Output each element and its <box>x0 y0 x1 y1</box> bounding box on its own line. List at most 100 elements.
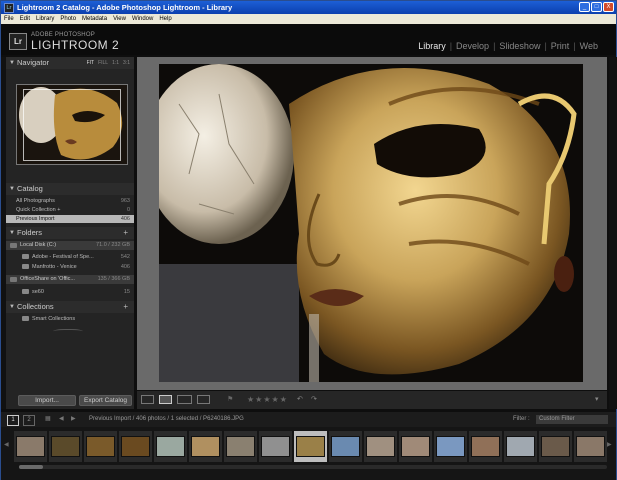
filmstrip-thumbnail[interactable] <box>539 431 572 462</box>
folder-count: 406 <box>120 264 130 270</box>
flag-icon[interactable]: ⚑ <box>227 395 235 404</box>
nav-mode-fit[interactable]: FIT <box>87 57 95 69</box>
menu-file[interactable]: File <box>4 16 14 22</box>
menu-library[interactable]: Library <box>36 16 54 22</box>
menu-view[interactable]: View <box>113 16 126 22</box>
add-collection-icon[interactable]: + <box>123 301 128 313</box>
catalog-item-quick-collection[interactable]: Quick Collection + 0 <box>6 206 134 214</box>
collapse-triangle-icon[interactable]: ▼ <box>9 183 15 195</box>
filmstrip-scroll-track[interactable] <box>19 465 607 469</box>
import-button[interactable]: Import... <box>18 395 76 406</box>
menu-metadata[interactable]: Metadata <box>82 16 107 22</box>
module-library[interactable]: Library <box>418 41 446 51</box>
right-panel-edge[interactable] <box>609 57 617 409</box>
filmstrip-thumbnails <box>14 431 607 462</box>
folder-item-venice[interactable]: Manfrotto - Venice 406 <box>6 263 134 271</box>
menu-photo[interactable]: Photo <box>60 16 76 22</box>
filmstrip-thumbnail[interactable] <box>294 431 327 462</box>
module-slideshow[interactable]: Slideshow <box>499 41 540 51</box>
folders-header[interactable]: ▼ Folders + <box>6 227 134 239</box>
nav-mode-1-1[interactable]: 1:1 <box>112 57 119 69</box>
maximize-button[interactable]: □ <box>591 2 602 12</box>
catalog-item-label: Quick Collection + <box>16 207 61 213</box>
filmstrip-thumbnail[interactable] <box>329 431 362 462</box>
smart-collection-icon <box>22 316 29 322</box>
filmstrip-left-arrow-icon[interactable]: ◀ <box>4 441 9 450</box>
folder-item-festival[interactable]: Adobe - Festival of Spe... 542 <box>6 253 134 261</box>
page-2-button[interactable]: 2 <box>23 415 35 426</box>
collection-item-smart[interactable]: Smart Collections <box>6 315 134 323</box>
catalog-item-count: 0 <box>126 207 130 213</box>
filmstrip-thumbnail[interactable] <box>224 431 257 462</box>
volume-label: OfficeShare on 'Offic... <box>20 276 75 282</box>
filmstrip-thumbnail[interactable] <box>189 431 222 462</box>
filmstrip-thumbnail[interactable] <box>154 431 187 462</box>
filmstrip-thumbnail[interactable] <box>434 431 467 462</box>
volume-local-disk[interactable]: Local Disk (C:) 71.0 / 232 GB <box>6 241 134 250</box>
filmstrip-scrollbar-thumb[interactable] <box>19 465 43 469</box>
close-button[interactable]: X <box>603 2 614 12</box>
navigator-viewport-frame[interactable] <box>23 89 121 161</box>
volume-officeshare[interactable]: OfficeShare on 'Offic... 135 / 366 GB <box>6 275 134 284</box>
module-print[interactable]: Print <box>551 41 570 51</box>
compare-view-icon[interactable] <box>177 395 192 404</box>
folder-item-se60[interactable]: se60 15 <box>6 288 134 296</box>
thumbnail-image <box>261 436 290 457</box>
toolbar-menu-icon[interactable]: ▾ <box>595 395 599 404</box>
module-separator: | <box>449 41 453 51</box>
forward-arrow-icon[interactable]: ▶ <box>71 415 76 424</box>
thumbnail-image <box>576 436 605 457</box>
filmstrip-thumbnail[interactable] <box>399 431 432 462</box>
menu-help[interactable]: Help <box>159 16 171 22</box>
thumbnail-image <box>331 436 360 457</box>
filmstrip-breadcrumb[interactable]: Previous Import / 406 photos / 1 selecte… <box>89 415 244 424</box>
collection-label: Smart Collections <box>32 316 76 322</box>
main-photo[interactable] <box>159 64 583 382</box>
filmstrip-thumbnail[interactable] <box>469 431 502 462</box>
filmstrip-header: 1 2 ▦ ◀ ▶ Previous Import / 406 photos /… <box>1 412 616 427</box>
back-arrow-icon[interactable]: ◀ <box>59 415 64 424</box>
filmstrip-right-arrow-icon[interactable]: ▶ <box>607 441 612 450</box>
navigator-header[interactable]: ▼ Navigator FIT FILL 1:1 3:1 <box>6 57 134 69</box>
thumbnail-image <box>51 436 80 457</box>
menu-window[interactable]: Window <box>132 16 153 22</box>
filmstrip-thumbnail[interactable] <box>574 431 607 462</box>
catalog-item-previous-import[interactable]: Previous Import 406 <box>6 215 134 223</box>
catalog-header[interactable]: ▼ Catalog <box>6 183 134 195</box>
filter-select[interactable]: Custom Filter <box>536 415 608 424</box>
filmstrip-thumbnail[interactable] <box>14 431 47 462</box>
nav-mode-3-1[interactable]: 3:1 <box>123 57 130 69</box>
nav-mode-fill[interactable]: FILL <box>98 57 108 69</box>
export-catalog-button[interactable]: Export Catalog <box>79 395 132 406</box>
catalog-item-all-photographs[interactable]: All Photographs 963 <box>6 197 134 205</box>
thumbnail-image <box>296 436 325 457</box>
rotate-left-icon[interactable]: ↶ <box>297 395 303 404</box>
library-toolbar: ⚑ ★★★★★ ↶ ↷ ▾ <box>137 391 607 409</box>
catalog-title: Catalog <box>17 184 43 193</box>
grid-icon[interactable]: ▦ <box>45 415 51 424</box>
collections-header[interactable]: ▼ Collections + <box>6 301 134 313</box>
filmstrip-thumbnail[interactable] <box>259 431 292 462</box>
module-web[interactable]: Web <box>580 41 598 51</box>
module-develop[interactable]: Develop <box>456 41 489 51</box>
add-folder-icon[interactable]: + <box>123 227 128 239</box>
rotate-right-icon[interactable]: ↷ <box>311 395 317 404</box>
minimize-button[interactable]: _ <box>579 2 590 12</box>
page-1-button[interactable]: 1 <box>7 415 19 426</box>
volume-label: Local Disk (C:) <box>20 242 57 248</box>
navigator-preview[interactable] <box>16 84 128 165</box>
menu-edit[interactable]: Edit <box>20 16 30 22</box>
star-rating[interactable]: ★★★★★ <box>247 395 288 404</box>
module-separator: | <box>544 41 547 51</box>
collapse-triangle-icon[interactable]: ▼ <box>9 57 15 69</box>
collapse-triangle-icon[interactable]: ▼ <box>9 301 15 313</box>
filmstrip-thumbnail[interactable] <box>364 431 397 462</box>
filmstrip-thumbnail[interactable] <box>49 431 82 462</box>
filmstrip-thumbnail[interactable] <box>119 431 152 462</box>
survey-view-icon[interactable] <box>197 395 210 404</box>
filmstrip-thumbnail[interactable] <box>84 431 117 462</box>
collapse-triangle-icon[interactable]: ▼ <box>9 227 15 239</box>
filmstrip-thumbnail[interactable] <box>504 431 537 462</box>
grid-view-icon[interactable] <box>141 395 154 404</box>
loupe-view-icon[interactable] <box>159 395 172 404</box>
